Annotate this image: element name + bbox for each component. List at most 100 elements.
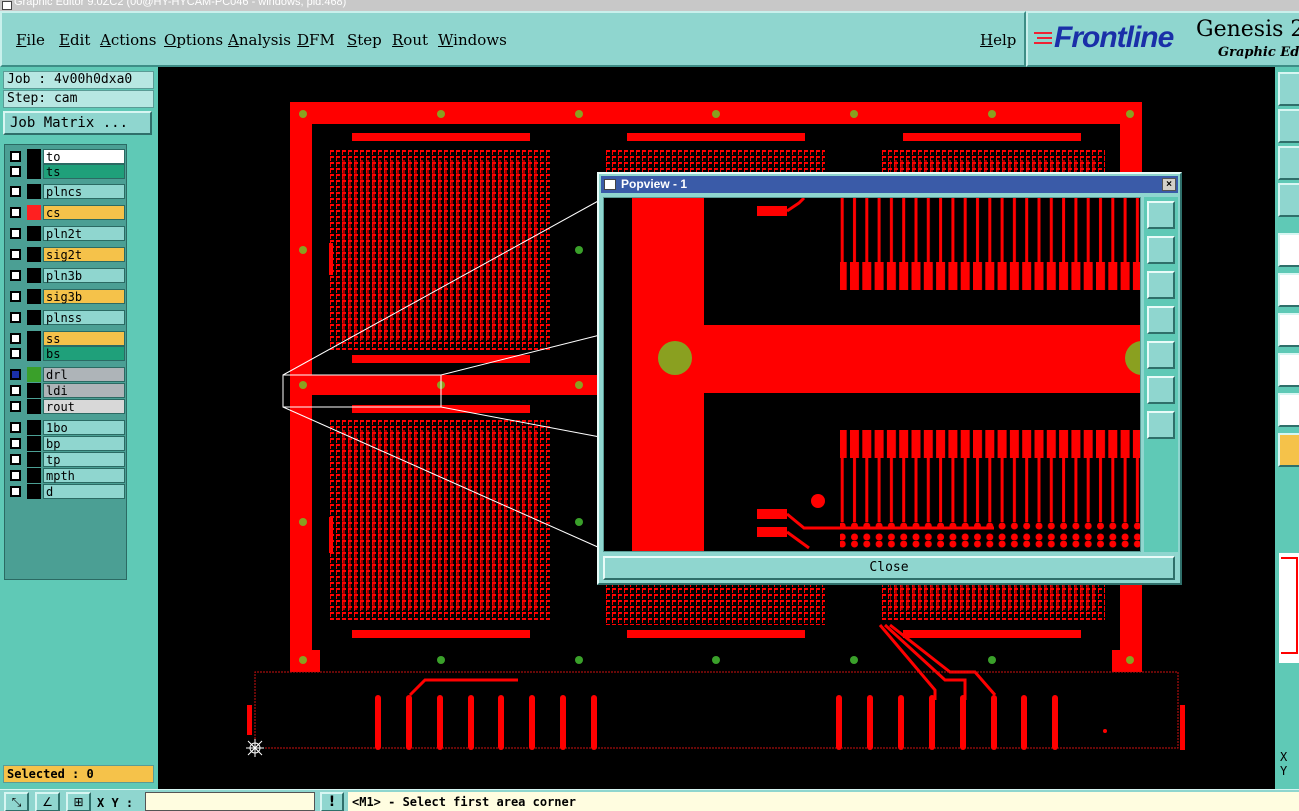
layer-color-swatch[interactable] bbox=[27, 268, 41, 283]
layer-row[interactable]: plnss bbox=[7, 310, 127, 325]
layer-color-swatch[interactable] bbox=[27, 468, 41, 483]
layer-color-swatch[interactable] bbox=[27, 346, 41, 361]
layer-color-swatch[interactable] bbox=[27, 164, 41, 179]
popview-pan-up-icon[interactable] bbox=[1147, 236, 1175, 264]
popview-zoom-out-icon[interactable] bbox=[1147, 411, 1175, 439]
layer-checkbox[interactable] bbox=[10, 348, 21, 359]
layer-name[interactable]: sig2t bbox=[43, 247, 125, 262]
layer-name[interactable]: d bbox=[43, 484, 125, 499]
popview-pan-left-icon[interactable] bbox=[1147, 306, 1175, 334]
tool-connect-icon[interactable] bbox=[1278, 273, 1299, 307]
snap-icon[interactable]: ⤡ bbox=[4, 792, 29, 811]
popview-pan-down-icon[interactable] bbox=[1147, 271, 1175, 299]
layer-checkbox[interactable] bbox=[10, 454, 21, 465]
layer-name[interactable]: ss bbox=[43, 331, 125, 346]
layer-row[interactable]: cs bbox=[7, 205, 127, 220]
layer-color-swatch[interactable] bbox=[27, 420, 41, 435]
layer-color-swatch[interactable] bbox=[27, 331, 41, 346]
xy-input[interactable] bbox=[145, 792, 315, 811]
tool-copy-icon[interactable] bbox=[1278, 146, 1299, 180]
layer-row[interactable]: rout bbox=[7, 399, 127, 414]
layer-name[interactable]: plnss bbox=[43, 310, 125, 325]
tool-measure-icon[interactable] bbox=[1278, 393, 1299, 427]
layer-row[interactable]: plncs bbox=[7, 184, 127, 199]
layer-color-swatch[interactable] bbox=[27, 149, 41, 164]
layer-row[interactable]: tp bbox=[7, 452, 127, 467]
layer-color-swatch[interactable] bbox=[27, 289, 41, 304]
layer-name[interactable]: bp bbox=[43, 436, 125, 451]
layer-row[interactable]: 1bo bbox=[7, 420, 127, 435]
layer-row[interactable]: sig2t bbox=[7, 247, 127, 262]
menu-windows[interactable]: Windows bbox=[438, 31, 507, 49]
tool-view-icon[interactable] bbox=[1278, 183, 1299, 217]
popview-zoom-in-icon[interactable] bbox=[1147, 376, 1175, 404]
popview-pan-right-icon[interactable] bbox=[1147, 341, 1175, 369]
layer-name[interactable]: cs bbox=[43, 205, 125, 220]
layer-checkbox[interactable] bbox=[10, 333, 21, 344]
layer-name[interactable]: tp bbox=[43, 452, 125, 467]
layer-checkbox[interactable] bbox=[10, 312, 21, 323]
tool-line-icon[interactable] bbox=[1278, 313, 1299, 347]
layer-name[interactable]: ldi bbox=[43, 383, 125, 398]
layer-name[interactable]: pln3b bbox=[43, 268, 125, 283]
layer-row[interactable]: pln3b bbox=[7, 268, 127, 283]
layer-checkbox[interactable] bbox=[10, 470, 21, 481]
layer-color-swatch[interactable] bbox=[27, 484, 41, 499]
menu-step[interactable]: Step bbox=[347, 31, 382, 49]
layer-name[interactable]: plncs bbox=[43, 184, 125, 199]
layer-name[interactable]: pln2t bbox=[43, 226, 125, 241]
layer-name[interactable]: ts bbox=[43, 164, 125, 179]
layer-checkbox[interactable] bbox=[10, 228, 21, 239]
layer-checkbox[interactable] bbox=[10, 438, 21, 449]
layer-checkbox[interactable] bbox=[10, 401, 21, 412]
layer-checkbox[interactable] bbox=[10, 249, 21, 260]
grid-icon[interactable]: ⊞ bbox=[66, 792, 91, 811]
angle-icon[interactable]: ∠ bbox=[35, 792, 60, 811]
layer-checkbox[interactable] bbox=[10, 270, 21, 281]
popview-close-icon[interactable]: × bbox=[1162, 178, 1176, 191]
menu-analysis[interactable]: Analysis bbox=[228, 31, 291, 49]
layer-checkbox[interactable] bbox=[10, 166, 21, 177]
layer-name[interactable]: sig3b bbox=[43, 289, 125, 304]
tool-open-icon[interactable] bbox=[1278, 72, 1299, 106]
layer-row[interactable]: to bbox=[7, 149, 127, 164]
layer-color-swatch[interactable] bbox=[27, 184, 41, 199]
layer-row[interactable]: ldi bbox=[7, 383, 127, 398]
layer-color-swatch[interactable] bbox=[27, 226, 41, 241]
layer-color-swatch[interactable] bbox=[27, 205, 41, 220]
layer-checkbox[interactable] bbox=[10, 486, 21, 497]
layer-color-swatch[interactable] bbox=[27, 436, 41, 451]
job-matrix-button[interactable]: Job Matrix ... bbox=[3, 111, 152, 135]
layer-row[interactable]: ts bbox=[7, 164, 127, 179]
layer-row[interactable]: bp bbox=[7, 436, 127, 451]
menu-edit[interactable]: Edit bbox=[59, 31, 90, 49]
layer-color-swatch[interactable] bbox=[27, 367, 41, 382]
tool-circle-icon[interactable] bbox=[1278, 233, 1299, 267]
layer-name[interactable]: to bbox=[43, 149, 125, 164]
layer-checkbox[interactable] bbox=[10, 207, 21, 218]
layer-row[interactable]: ss bbox=[7, 331, 127, 346]
popview-zoom-home-icon[interactable] bbox=[1147, 201, 1175, 229]
menu-options[interactable]: Options bbox=[164, 31, 223, 49]
popview-canvas[interactable] bbox=[603, 197, 1141, 552]
layer-name[interactable]: rout bbox=[43, 399, 125, 414]
layer-name[interactable]: bs bbox=[43, 346, 125, 361]
tool-pointer-icon[interactable] bbox=[1278, 433, 1299, 467]
layer-name[interactable]: drl bbox=[43, 367, 125, 382]
menu-help[interactable]: Help bbox=[980, 31, 1016, 49]
menu-file[interactable]: File bbox=[16, 31, 45, 49]
layer-row[interactable]: sig3b bbox=[7, 289, 127, 304]
alert-button[interactable]: ! bbox=[320, 792, 344, 811]
layer-name[interactable]: mpth bbox=[43, 468, 125, 483]
layer-checkbox[interactable] bbox=[10, 151, 21, 162]
layer-row[interactable]: d bbox=[7, 484, 127, 499]
layer-row[interactable]: drl bbox=[7, 367, 127, 382]
layer-row[interactable]: pln2t bbox=[7, 226, 127, 241]
menu-actions[interactable]: Actions bbox=[100, 31, 156, 49]
layer-row[interactable]: bs bbox=[7, 346, 127, 361]
menu-dfm[interactable]: DFM bbox=[297, 31, 335, 49]
popview-close-button[interactable]: Close bbox=[603, 556, 1175, 580]
layer-checkbox[interactable] bbox=[10, 385, 21, 396]
layer-color-swatch[interactable] bbox=[27, 399, 41, 414]
layer-color-swatch[interactable] bbox=[27, 383, 41, 398]
